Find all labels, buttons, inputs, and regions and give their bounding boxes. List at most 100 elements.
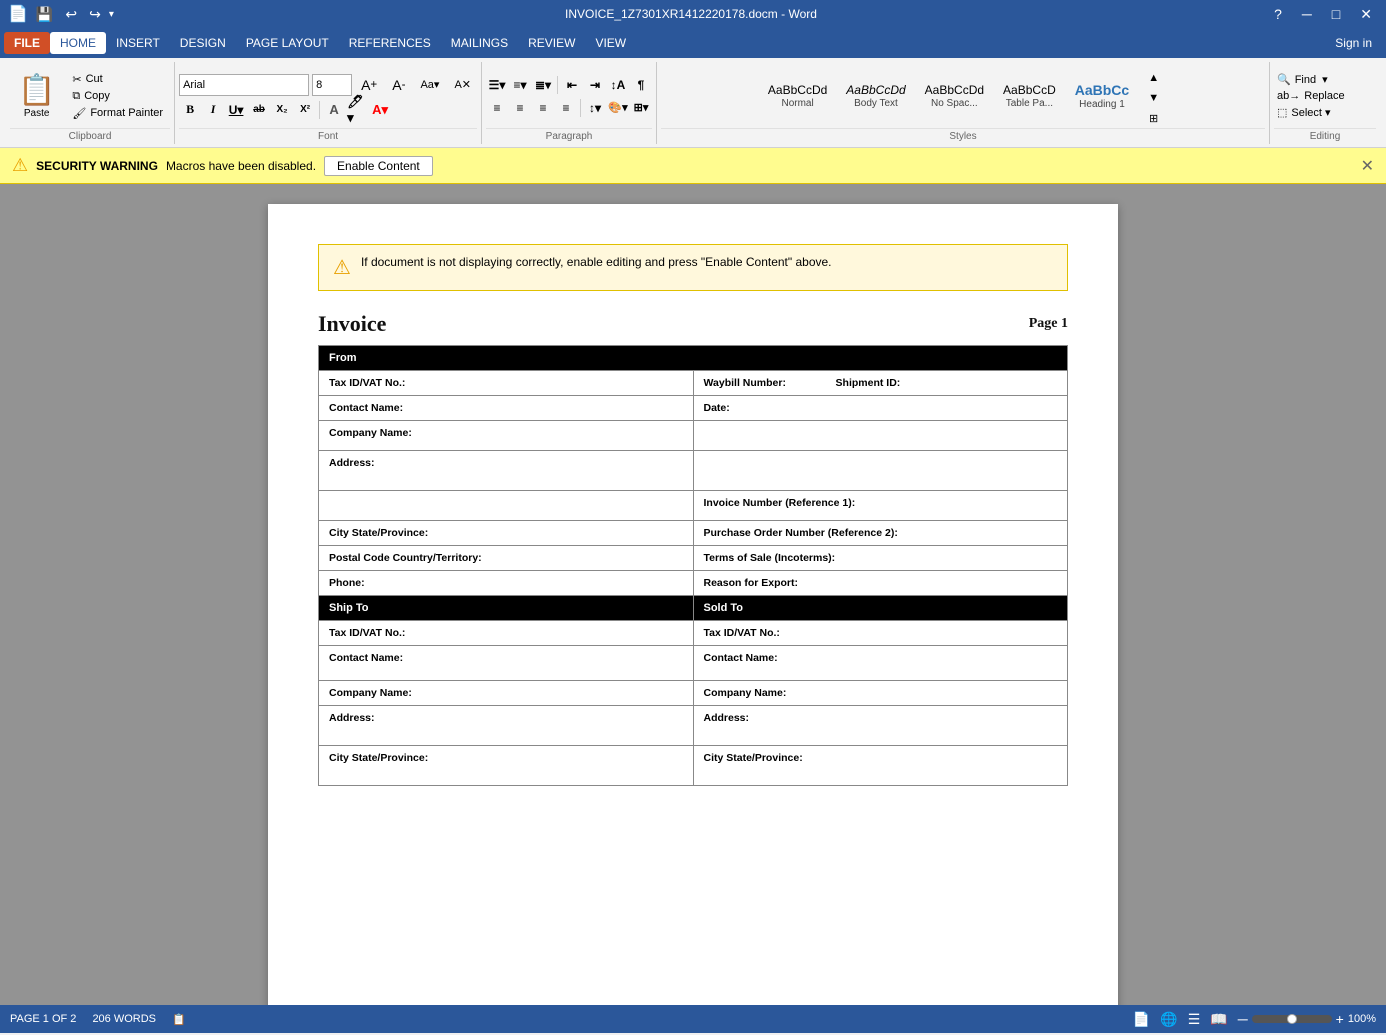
ribbon-group-paragraph: ☰▾ ≡▾ ≣▾ ⇤ ⇥ ↕A ¶ ≡ ≡ ≡ ≡ ↕▾ 🎨▾ [482,62,657,144]
find-button[interactable]: 🔍 Find ▾ [1274,72,1376,87]
decrease-font-button[interactable]: A- [386,73,411,97]
document-area[interactable]: ⚠ If document is not displaying correctl… [0,184,1386,1005]
invoice-table: From Tax ID/VAT No.: Waybill Number: Shi… [318,345,1068,786]
invoice-title: Invoice [318,311,386,337]
minimize-button[interactable]: ─ [1296,4,1318,24]
copy-icon: ⧉ [72,90,80,103]
ribbon-group-editing: 🔍 Find ▾ ab→ Replace ⬚ Select ▾ Editing [1270,62,1380,144]
ship-to-header: Ship To [319,596,694,621]
font-color-button[interactable]: A▾ [369,100,391,120]
zoom-in-button[interactable]: + [1336,1011,1344,1027]
sold-address: Address: [693,706,1068,746]
zoom-slider[interactable] [1252,1015,1332,1023]
style-no-spacing[interactable]: AaBbCcDd No Spac... [916,79,993,112]
from-row-6: City State/Province: Purchase Order Numb… [319,521,1068,546]
ship-city: City State/Province: [319,746,694,786]
quick-access-undo[interactable]: ↩ [61,6,81,23]
title-bar: 📄 💾 ↩ ↪ ▾ INVOICE_1Z7301XR1412220178.doc… [0,0,1386,28]
warning-close-button[interactable]: ✕ [1361,156,1374,176]
view-outline-icon[interactable]: ☰ [1188,1011,1201,1028]
font-size-input[interactable] [312,74,352,96]
font-name-input[interactable] [179,74,309,96]
status-bar-right: 📄 🌐 ☰ 📖 ─ + 100% [1133,1011,1376,1028]
align-left-button[interactable]: ≡ [486,98,508,118]
zoom-out-button[interactable]: ─ [1238,1011,1248,1027]
view-reading-icon[interactable]: 📖 [1210,1011,1227,1028]
editing-group-label[interactable]: Editing [1274,128,1376,144]
ship-address: Address: [319,706,694,746]
close-button[interactable]: ✕ [1354,4,1378,25]
sign-in-button[interactable]: Sign in [1325,32,1382,54]
quick-access-save[interactable]: 💾 [32,6,57,23]
justify-button[interactable]: ≡ [555,98,577,118]
align-center-button[interactable]: ≡ [509,98,531,118]
decrease-indent-button[interactable]: ⇤ [561,75,583,95]
line-spacing-button[interactable]: ↕▾ [584,98,606,118]
menu-home[interactable]: HOME [50,32,106,54]
menu-bar: FILE HOME INSERT DESIGN PAGE LAYOUT REFE… [0,28,1386,58]
borders-button[interactable]: ⊞▾ [630,98,652,118]
multilevel-button[interactable]: ≣▾ [532,75,554,95]
show-formatting-button[interactable]: ¶ [630,75,652,95]
paste-button[interactable]: 📋 Paste [10,69,63,123]
replace-button[interactable]: ab→ Replace [1274,89,1376,103]
enable-content-button[interactable]: Enable Content [324,156,433,176]
style-heading1[interactable]: AaBbCc Heading 1 [1066,78,1138,114]
from-city: City State/Province: [319,521,694,546]
quick-access-redo[interactable]: ↪ [85,6,105,23]
superscript-button[interactable]: X² [294,100,316,120]
italic-button[interactable]: I [202,100,224,120]
menu-review[interactable]: REVIEW [518,32,585,54]
underline-button[interactable]: U▾ [225,100,247,120]
from-right-empty1 [693,421,1068,451]
document-check-icon[interactable]: 📋 [172,1013,186,1026]
style-table-para[interactable]: AaBbCcD Table Pa... [994,79,1065,112]
highlight-button[interactable]: 🖊▾ [346,100,368,120]
menu-design[interactable]: DESIGN [170,32,236,54]
text-effects-button[interactable]: A [323,100,345,120]
invoice-title-row: Invoice Page 1 [318,311,1068,337]
menu-references[interactable]: REFERENCES [339,32,441,54]
from-waybill: Waybill Number: Shipment ID: [693,371,1068,396]
paragraph-group-label[interactable]: Paragraph [486,128,652,144]
menu-insert[interactable]: INSERT [106,32,170,54]
style-body-text[interactable]: AaBbCcDd Body Text [837,79,914,112]
font-group-label[interactable]: Font [179,128,477,144]
from-header: From [319,346,1068,371]
clear-formatting-button[interactable]: A✕ [448,74,477,95]
shading-button[interactable]: 🎨▾ [607,98,629,118]
clipboard-group-label[interactable]: Clipboard [10,128,170,144]
change-case-button[interactable]: Aa▾ [414,74,445,95]
sort-button[interactable]: ↕A [607,75,629,95]
divider [319,101,320,119]
styles-scroll-up[interactable]: ▲ [1142,68,1165,88]
copy-button[interactable]: ⧉ Copy [69,89,166,104]
format-painter-button[interactable]: 🖌 Format Painter [69,106,166,121]
menu-file[interactable]: FILE [4,32,50,54]
view-web-icon[interactable]: 🌐 [1160,1011,1177,1028]
bullets-button[interactable]: ☰▾ [486,75,508,95]
view-normal-icon[interactable]: 📄 [1133,1011,1150,1028]
menu-page-layout[interactable]: PAGE LAYOUT [236,32,339,54]
strikethrough-button[interactable]: ab [248,100,270,120]
select-button[interactable]: ⬚ Select ▾ [1274,105,1376,120]
warning-icon: ⚠ [12,155,28,176]
styles-group-label[interactable]: Styles [661,128,1265,144]
align-right-button[interactable]: ≡ [532,98,554,118]
numbering-button[interactable]: ≡▾ [509,75,531,95]
styles-scroll-down[interactable]: ▼ [1142,88,1165,108]
ship-row-2: Contact Name: Contact Name: [319,646,1068,681]
subscript-button[interactable]: X₂ [271,100,293,120]
menu-mailings[interactable]: MAILINGS [441,32,518,54]
help-button[interactable]: ? [1268,4,1288,24]
from-contact: Contact Name: [319,396,694,421]
select-icon: ⬚ [1277,106,1287,119]
ship-tax: Tax ID/VAT No.: [319,621,694,646]
restore-button[interactable]: □ [1326,4,1346,24]
styles-expand[interactable]: ⊞ [1142,108,1165,129]
menu-view[interactable]: VIEW [585,32,636,54]
cut-button[interactable]: ✂ Cut [69,72,166,87]
increase-indent-button[interactable]: ⇥ [584,75,606,95]
style-normal[interactable]: AaBbCcDd Normal [759,79,836,112]
bold-button[interactable]: B [179,100,201,120]
